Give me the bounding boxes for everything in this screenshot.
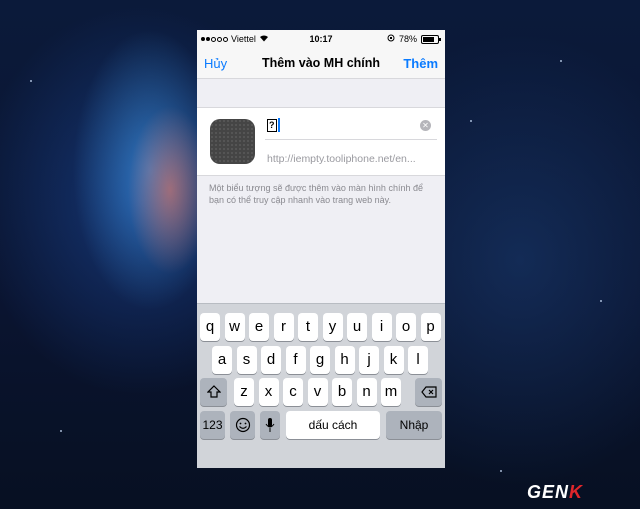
star (470, 120, 472, 122)
key-f[interactable]: f (285, 346, 306, 374)
microphone-icon (265, 418, 275, 432)
battery-group: 78% (387, 34, 441, 44)
key-o[interactable]: o (396, 313, 416, 341)
key-y[interactable]: y (322, 313, 343, 341)
battery-icon (421, 34, 441, 44)
key-s[interactable]: s (236, 346, 257, 374)
key-n[interactable]: n (356, 378, 377, 406)
key-x[interactable]: x (258, 378, 279, 406)
key-c[interactable]: c (283, 378, 303, 406)
key-a[interactable]: a (212, 346, 232, 374)
star (60, 430, 62, 432)
key-q[interactable]: q (200, 313, 220, 341)
name-input[interactable]: ? ✕ (265, 115, 437, 140)
backspace-key[interactable] (415, 378, 442, 406)
status-bar: Viettel 10:17 78% (197, 30, 445, 48)
orientation-lock-icon (387, 34, 395, 44)
description-text: Một biểu tượng sẽ được thêm vào màn hình… (209, 183, 423, 205)
key-w[interactable]: w (224, 313, 245, 341)
key-d[interactable]: d (261, 346, 281, 374)
key-p[interactable]: p (420, 313, 441, 341)
backspace-icon (420, 386, 437, 398)
key-v[interactable]: v (307, 378, 328, 406)
key-r[interactable]: r (273, 313, 294, 341)
key-i[interactable]: i (371, 313, 392, 341)
key-u[interactable]: u (347, 313, 367, 341)
return-key[interactable]: Nhập (386, 411, 442, 439)
key-e[interactable]: e (249, 313, 269, 341)
shift-key[interactable] (200, 378, 227, 406)
bookmark-card: ? ✕ http://iempty.tooliphone.net/en... (197, 107, 445, 176)
emoji-key[interactable] (230, 411, 255, 439)
emoji-icon (235, 417, 250, 433)
battery-percent: 78% (398, 34, 417, 44)
web-clip-icon (210, 119, 255, 164)
key-b[interactable]: b (332, 378, 352, 406)
key-h[interactable]: h (334, 346, 355, 374)
star (600, 300, 602, 302)
url-text: http://iempty.tooliphone.net/en... (267, 153, 416, 165)
key-m[interactable]: m (381, 378, 401, 406)
numbers-key[interactable]: 123 (200, 411, 225, 439)
key-k[interactable]: k (383, 346, 404, 374)
key-j[interactable]: j (359, 346, 379, 374)
key-g[interactable]: g (310, 346, 330, 374)
keyboard: qwertyuiop asdfghjkl zxcvbnm 123 dấu các… (197, 303, 445, 468)
name-value: ? (267, 119, 277, 132)
dictation-key[interactable] (260, 411, 280, 439)
space-key[interactable]: dấu cách (286, 411, 380, 439)
add-button[interactable]: Thêm (403, 56, 438, 71)
star (500, 470, 502, 472)
clear-text-button[interactable]: ✕ (420, 120, 431, 131)
text-cursor (278, 118, 280, 132)
star (30, 80, 32, 82)
star (560, 60, 562, 62)
shift-icon (206, 385, 221, 398)
key-t[interactable]: t (298, 313, 318, 341)
key-z[interactable]: z (234, 378, 254, 406)
genk-watermark-logo: GENK (527, 482, 584, 502)
key-l[interactable]: l (408, 346, 428, 374)
navigation-bar: Hủy Thêm vào MH chính Thêm (197, 48, 445, 79)
phone-screen: Viettel 10:17 78% Hủy Thêm vào MH chính … (197, 30, 445, 468)
